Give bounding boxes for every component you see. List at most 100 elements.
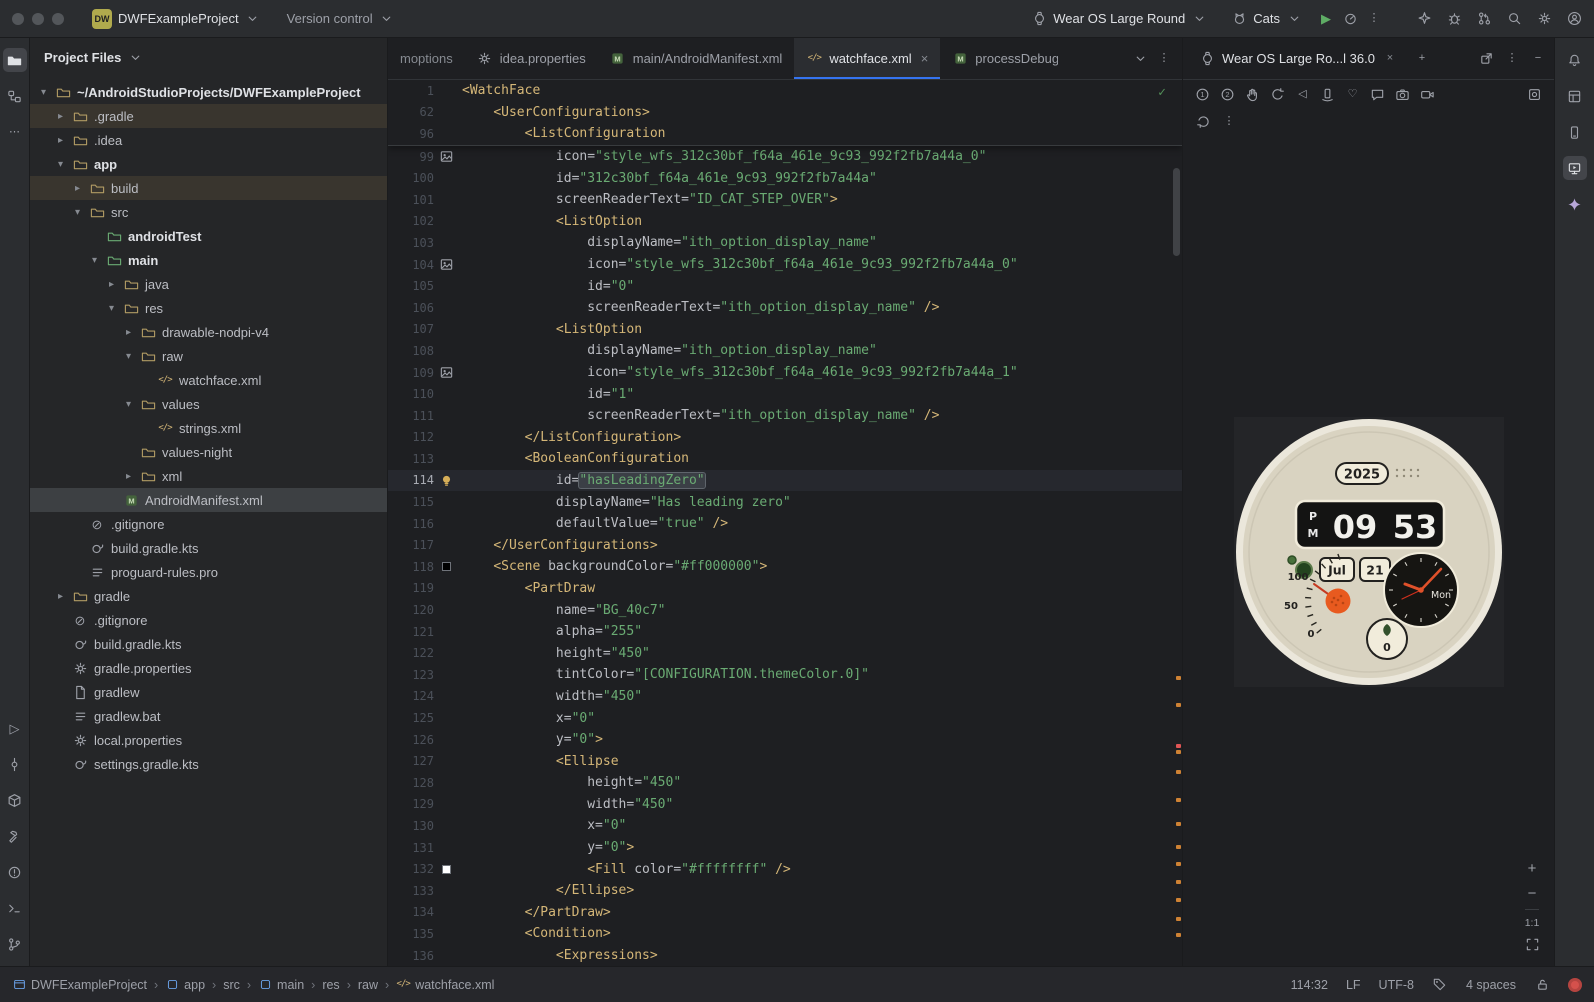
code-line-133[interactable]: 133 </Ellipse> bbox=[388, 880, 1182, 902]
search-icon[interactable] bbox=[1506, 11, 1522, 27]
tool-commit[interactable] bbox=[3, 752, 27, 776]
tree-item-local.properties[interactable]: local.properties bbox=[30, 728, 387, 752]
warning-stripe-mark[interactable] bbox=[1176, 676, 1181, 680]
code-line-109[interactable]: 109 icon="style_wfs_312c30bf_f64a_461e_9… bbox=[388, 362, 1182, 384]
breadcrumb-item-main[interactable]: main bbox=[258, 978, 304, 992]
profile-avatar[interactable] bbox=[1566, 11, 1582, 27]
tree-item-androidstudioprojectsdwfexampleproject[interactable]: ▾ ~/AndroidStudioProjects/DWFExampleProje… bbox=[30, 80, 387, 104]
tree-item-app[interactable]: ▾ app bbox=[30, 152, 387, 176]
tree-item-watchface.xml[interactable]: </> watchface.xml bbox=[30, 368, 387, 392]
tool-more-device[interactable]: ⋮ bbox=[1217, 109, 1241, 133]
tool-back[interactable]: ◁ bbox=[1291, 83, 1314, 106]
chevron-down-icon[interactable]: ▾ bbox=[87, 255, 102, 266]
code-line-62[interactable]: 62 <UserConfigurations> bbox=[388, 102, 1182, 124]
breadcrumb-item-app[interactable]: app bbox=[165, 978, 205, 992]
tree-item-build[interactable]: ▸ build bbox=[30, 176, 387, 200]
breadcrumb-item-raw[interactable]: raw bbox=[358, 978, 378, 992]
code-line-124[interactable]: 124 width="450" bbox=[388, 686, 1182, 708]
chevron-right-icon[interactable]: ▸ bbox=[53, 591, 68, 602]
intention-bulb-icon[interactable] bbox=[439, 473, 454, 488]
tree-item-.gitignore[interactable]: ⊘ .gitignore bbox=[30, 608, 387, 632]
tool-structure[interactable] bbox=[3, 84, 27, 108]
chevron-right-icon[interactable]: ▸ bbox=[104, 279, 119, 290]
code-line-1[interactable]: 1 <WatchFace bbox=[388, 80, 1182, 102]
tool-project[interactable] bbox=[2, 48, 27, 72]
window-controls[interactable] bbox=[12, 12, 64, 25]
device-selector[interactable]: Wear OS Large Round bbox=[1023, 7, 1215, 31]
indent-setting[interactable]: 4 spaces bbox=[1466, 978, 1516, 992]
color-swatch-black[interactable] bbox=[439, 559, 454, 574]
tool-button-1[interactable]: 1 bbox=[1191, 83, 1214, 106]
tool-running-devices[interactable] bbox=[1562, 156, 1587, 180]
breadcrumb-item-res[interactable]: res bbox=[322, 978, 339, 992]
chevron-down-icon[interactable]: ▾ bbox=[53, 159, 68, 170]
code-line-132[interactable]: 132 <Fill color="#ffffffff" /> bbox=[388, 858, 1182, 880]
code-line-119[interactable]: 119 <PartDraw bbox=[388, 578, 1182, 600]
tag-indicator-icon[interactable] bbox=[1432, 977, 1448, 993]
tree-item-build.gradle.kts[interactable]: build.gradle.kts bbox=[30, 536, 387, 560]
pull-request-icon[interactable] bbox=[1476, 11, 1492, 27]
code-line-130[interactable]: 130 x="0" bbox=[388, 815, 1182, 837]
breadcrumb-item-watchface.xml[interactable]: </> watchface.xml bbox=[396, 978, 495, 992]
code-line-125[interactable]: 125 x="0" bbox=[388, 707, 1182, 729]
warning-stripe-mark[interactable] bbox=[1176, 822, 1181, 826]
code-line-102[interactable]: 102 <ListOption bbox=[388, 211, 1182, 233]
tree-item-proguard-rules.pro[interactable]: proguard-rules.pro bbox=[30, 560, 387, 584]
code-line-123[interactable]: 123 tintColor="[CONFIGURATION.themeColor… bbox=[388, 664, 1182, 686]
breadcrumb-item-dwfexampleproject[interactable]: DWFExampleProject bbox=[12, 978, 147, 992]
code-line-113[interactable]: 113 <BooleanConfiguration bbox=[388, 448, 1182, 470]
hide-panel-icon[interactable]: − bbox=[1530, 51, 1546, 67]
code-line-104[interactable]: 104 icon="style_wfs_312c30bf_f64a_461e_9… bbox=[388, 254, 1182, 276]
code-line-108[interactable]: 108 displayName="ith_option_display_name… bbox=[388, 340, 1182, 362]
warning-stripe-mark[interactable] bbox=[1176, 862, 1181, 866]
tool-notifications[interactable] bbox=[1563, 48, 1587, 72]
tool-screenshot[interactable] bbox=[1523, 83, 1546, 106]
project-panel-header[interactable]: Project Files bbox=[30, 38, 387, 76]
tool-gemini[interactable] bbox=[1563, 192, 1587, 216]
tool-terminal[interactable] bbox=[3, 896, 27, 920]
encoding[interactable]: UTF-8 bbox=[1379, 978, 1414, 992]
code-line-115[interactable]: 115 displayName="Has leading zero" bbox=[388, 491, 1182, 513]
tree-item-values-night[interactable]: values-night bbox=[30, 440, 387, 464]
code-line-103[interactable]: 103 displayName="ith_option_display_name… bbox=[388, 232, 1182, 254]
code-line-117[interactable]: 117 </UserConfigurations> bbox=[388, 534, 1182, 556]
zoom-out-button[interactable]: − bbox=[1522, 884, 1542, 902]
tab-list-icon[interactable] bbox=[1132, 51, 1148, 67]
tree-item-main[interactable]: ▾ main bbox=[30, 248, 387, 272]
warning-stripe-mark[interactable] bbox=[1176, 770, 1181, 774]
warning-stripe-mark[interactable] bbox=[1176, 898, 1181, 902]
zoom-in-button[interactable]: + bbox=[1522, 859, 1542, 877]
readonly-toggle-icon[interactable] bbox=[1534, 977, 1550, 993]
tree-item-xml[interactable]: ▸ xml bbox=[30, 464, 387, 488]
close-icon[interactable]: × bbox=[1382, 51, 1398, 67]
editor-tab-idea.properties[interactable]: idea.properties bbox=[465, 38, 598, 79]
device-screen[interactable]: 2025 P M 09 53 Jul 21 Mon 100 50 0 0 bbox=[1233, 416, 1504, 687]
tool-button-2[interactable]: 2 bbox=[1216, 83, 1239, 106]
code-line-135[interactable]: 135 <Condition> bbox=[388, 923, 1182, 945]
tree-item-raw[interactable]: ▾ raw bbox=[30, 344, 387, 368]
project-selector[interactable]: DW DWFExampleProject bbox=[84, 5, 269, 33]
run-configuration-selector[interactable]: Cats bbox=[1223, 7, 1310, 31]
tool-heart-rate[interactable]: ♡ bbox=[1341, 83, 1364, 106]
tool-tilt[interactable] bbox=[1316, 83, 1339, 106]
tool-record[interactable] bbox=[1416, 83, 1439, 106]
tool-palm[interactable] bbox=[1241, 83, 1264, 106]
tree-item-build.gradle.kts[interactable]: build.gradle.kts bbox=[30, 632, 387, 656]
code-editor[interactable]: 1 <WatchFace 62 <UserConfigurations> 96 <Li… bbox=[388, 80, 1182, 966]
studio-bot-icon[interactable] bbox=[1416, 11, 1432, 27]
recording-indicator[interactable] bbox=[1568, 977, 1582, 992]
more-options-icon[interactable]: ⋮ bbox=[1504, 51, 1520, 67]
code-line-100[interactable]: 100 id="312c30bf_f64a_461e_9c93_992f2fb7… bbox=[388, 167, 1182, 189]
tree-item-gradle.properties[interactable]: gradle.properties bbox=[30, 656, 387, 680]
code-line-111[interactable]: 111 screenReaderText="ith_option_display… bbox=[388, 405, 1182, 427]
warning-stripe-mark[interactable] bbox=[1176, 933, 1181, 937]
tree-item-gradlew.bat[interactable]: gradlew.bat bbox=[30, 704, 387, 728]
tree-item-res[interactable]: ▾ res bbox=[30, 296, 387, 320]
code-line-105[interactable]: 105 id="0" bbox=[388, 275, 1182, 297]
chevron-down-icon[interactable]: ▾ bbox=[104, 303, 119, 314]
open-in-window-icon[interactable] bbox=[1478, 51, 1494, 67]
editor-tab-processdebug[interactable]: MprocessDebug bbox=[940, 38, 1058, 79]
tree-item-.gradle[interactable]: ▸ .gradle bbox=[30, 104, 387, 128]
tool-version-control[interactable] bbox=[3, 932, 27, 956]
tool-build[interactable] bbox=[3, 824, 27, 848]
